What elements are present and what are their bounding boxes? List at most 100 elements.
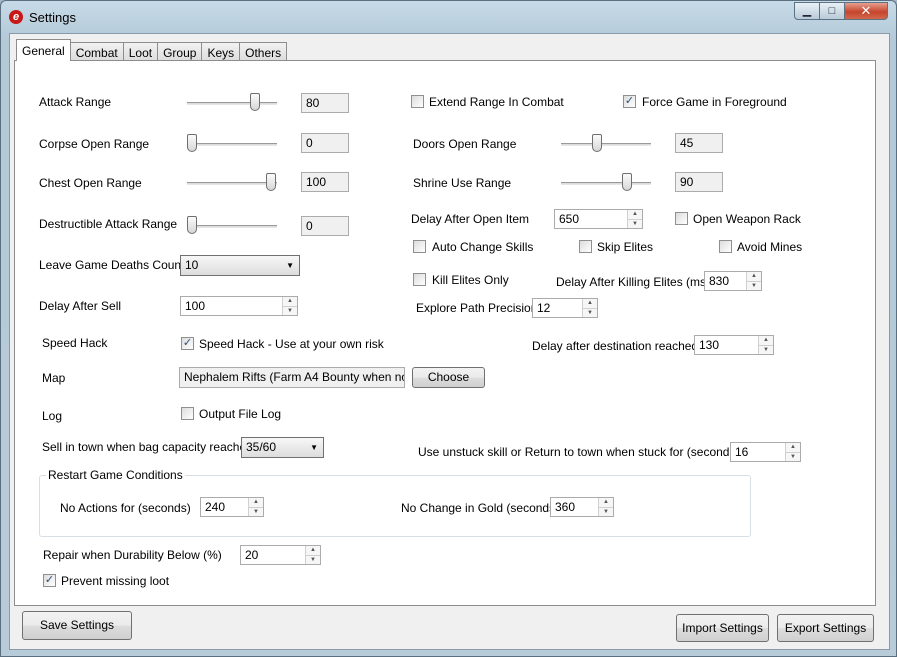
chest-open-range-slider[interactable]	[187, 173, 277, 193]
close-button[interactable]: ✕	[844, 2, 888, 20]
extend-range-checkbox[interactable]	[411, 95, 424, 108]
spin-buttons[interactable]: ▲ ▼	[305, 546, 320, 564]
force-foreground-checkbox[interactable]: ✓	[623, 95, 636, 108]
output-file-log-label[interactable]: Output File Log	[199, 407, 281, 421]
spin-up-icon[interactable]: ▲	[283, 297, 297, 306]
log-label: Log	[42, 409, 63, 423]
minimize-button[interactable]: ▁	[794, 2, 820, 20]
spin-buttons[interactable]: ▲ ▼	[758, 336, 773, 354]
spin-buttons[interactable]: ▲ ▼	[627, 210, 642, 228]
force-foreground-label[interactable]: Force Game in Foreground	[642, 95, 787, 109]
spin-down-icon[interactable]: ▼	[306, 555, 320, 564]
explore-path-precision-input[interactable]: 12 ▲ ▼	[532, 298, 598, 318]
spin-value: 12	[537, 301, 551, 315]
spin-up-icon[interactable]: ▲	[306, 546, 320, 555]
slider-track	[187, 225, 277, 228]
shrine-use-range-value: 90	[675, 172, 723, 192]
spin-up-icon[interactable]: ▲	[249, 498, 263, 507]
maximize-icon: □	[828, 5, 836, 17]
corpse-open-range-slider[interactable]	[186, 134, 277, 154]
tab-group[interactable]: Group	[157, 42, 203, 61]
attack-range-slider[interactable]	[187, 93, 277, 113]
spin-down-icon[interactable]: ▼	[599, 507, 613, 516]
spin-down-icon[interactable]: ▼	[759, 345, 773, 354]
general-tab-panel: Attack Range 80 Corpse Open Range 0 Ches…	[14, 60, 876, 606]
auto-change-skills-label[interactable]: Auto Change Skills	[432, 240, 533, 254]
avoid-mines-label[interactable]: Avoid Mines	[737, 240, 802, 254]
spin-buttons[interactable]: ▲ ▼	[746, 272, 761, 290]
shrine-use-range-slider[interactable]	[561, 173, 651, 193]
open-weapon-rack-label[interactable]: Open Weapon Rack	[693, 212, 801, 226]
skip-elites-checkbox[interactable]	[579, 240, 592, 253]
prevent-missing-loot-label[interactable]: Prevent missing loot	[61, 574, 169, 588]
select-value: 10	[185, 258, 199, 272]
destructible-attack-range-slider[interactable]	[186, 216, 277, 236]
kill-elites-only-checkbox[interactable]	[413, 273, 426, 286]
tab-others[interactable]: Others	[239, 42, 288, 61]
spin-up-icon[interactable]: ▲	[759, 336, 773, 345]
doors-open-range-slider[interactable]	[561, 134, 651, 154]
maximize-button[interactable]: □	[819, 2, 845, 20]
extend-range-label[interactable]: Extend Range In Combat	[429, 95, 564, 109]
speed-hack-checkbox-label[interactable]: Speed Hack - Use at your own risk	[199, 337, 384, 351]
choose-map-button[interactable]: Choose	[412, 367, 485, 388]
leave-game-deaths-select[interactable]: 10 ▼	[180, 255, 300, 276]
prevent-missing-loot-checkbox[interactable]: ✓	[43, 574, 56, 587]
shrine-use-range-label: Shrine Use Range	[413, 176, 512, 190]
open-weapon-rack-checkbox[interactable]	[675, 212, 688, 225]
spin-buttons[interactable]: ▲ ▼	[582, 299, 597, 317]
tab-combat[interactable]: Combat	[69, 42, 124, 61]
avoid-mines-checkbox[interactable]	[719, 240, 732, 253]
no-change-gold-input[interactable]: 360 ▲ ▼	[550, 497, 614, 517]
slider-thumb[interactable]	[186, 216, 197, 234]
app-logo-icon: e	[9, 10, 23, 24]
chest-open-range-label: Chest Open Range	[39, 176, 142, 190]
export-settings-button[interactable]: Export Settings	[777, 614, 874, 642]
save-settings-button[interactable]: Save Settings	[22, 611, 132, 640]
attack-range-value: 80	[301, 93, 349, 113]
repair-durability-input[interactable]: 20 ▲ ▼	[240, 545, 321, 565]
speed-hack-checkbox[interactable]: ✓	[181, 337, 194, 350]
tab-loot[interactable]: Loot	[122, 42, 159, 61]
unstuck-seconds-input[interactable]: 16 ▲ ▼	[730, 442, 801, 462]
delay-after-sell-input[interactable]: 100 ▲ ▼	[180, 296, 298, 316]
skip-elites-label[interactable]: Skip Elites	[597, 240, 653, 254]
spin-down-icon[interactable]: ▼	[583, 308, 597, 317]
slider-thumb[interactable]	[621, 173, 632, 191]
spin-down-icon[interactable]: ▼	[628, 219, 642, 228]
slider-thumb[interactable]	[265, 173, 276, 191]
spin-down-icon[interactable]: ▼	[283, 306, 297, 315]
kill-elites-only-label[interactable]: Kill Elites Only	[432, 273, 509, 287]
destructible-attack-range-label: Destructible Attack Range	[39, 217, 178, 231]
spin-up-icon[interactable]: ▲	[599, 498, 613, 507]
output-file-log-checkbox[interactable]	[181, 407, 194, 420]
delay-after-destination-input[interactable]: 130 ▲ ▼	[694, 335, 774, 355]
import-settings-button[interactable]: Import Settings	[676, 614, 769, 642]
title-bar[interactable]: e Settings ▁ □ ✕	[1, 1, 896, 33]
no-actions-input[interactable]: 240 ▲ ▼	[200, 497, 264, 517]
spin-down-icon[interactable]: ▼	[786, 452, 800, 461]
spin-buttons[interactable]: ▲ ▼	[598, 498, 613, 516]
spin-buttons[interactable]: ▲ ▼	[282, 297, 297, 315]
spin-buttons[interactable]: ▲ ▼	[248, 498, 263, 516]
spin-down-icon[interactable]: ▼	[249, 507, 263, 516]
slider-thumb[interactable]	[249, 93, 260, 111]
slider-thumb[interactable]	[592, 134, 602, 152]
spin-buttons[interactable]: ▲ ▼	[785, 443, 800, 461]
slider-thumb[interactable]	[186, 134, 197, 152]
spin-up-icon[interactable]: ▲	[628, 210, 642, 219]
spin-down-icon[interactable]: ▼	[747, 281, 761, 290]
spin-up-icon[interactable]: ▲	[583, 299, 597, 308]
spin-value: 100	[185, 299, 206, 313]
auto-change-skills-checkbox[interactable]	[413, 240, 426, 253]
sell-in-town-select[interactable]: 35/60 ▼	[241, 437, 324, 458]
spin-up-icon[interactable]: ▲	[747, 272, 761, 281]
chevron-down-icon: ▼	[286, 261, 294, 270]
spin-up-icon[interactable]: ▲	[786, 443, 800, 452]
slider-track	[187, 143, 277, 146]
corpse-open-range-value: 0	[301, 133, 349, 153]
tab-keys[interactable]: Keys	[201, 42, 241, 61]
delay-after-open-item-input[interactable]: 650 ▲ ▼	[554, 209, 643, 229]
delay-after-killing-elites-input[interactable]: 830 ▲ ▼	[704, 271, 762, 291]
tab-general[interactable]: General	[16, 39, 71, 61]
